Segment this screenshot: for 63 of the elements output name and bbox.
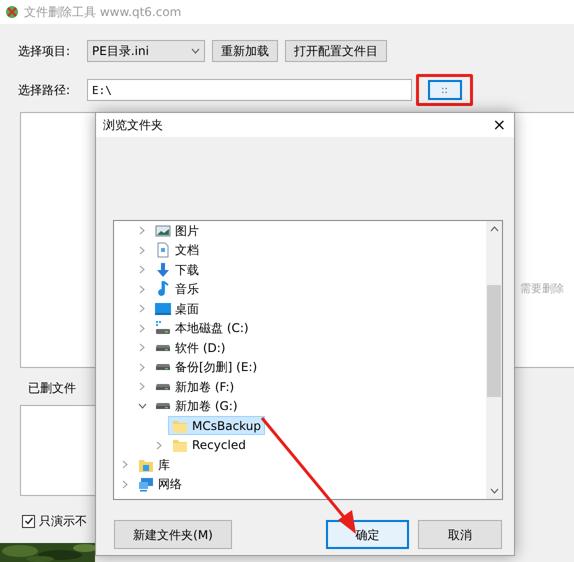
dialog-button[interactable]: 取消: [418, 520, 502, 549]
tree-item[interactable]: 音乐: [151, 280, 203, 299]
music-icon: [155, 281, 171, 298]
dialog-button[interactable]: 确定: [326, 520, 409, 549]
tree-item[interactable]: 新加卷 (G:): [151, 396, 242, 416]
demo-checkbox[interactable]: [22, 514, 35, 528]
expand-chevron-icon[interactable]: [156, 440, 162, 450]
scrollbar[interactable]: [486, 221, 502, 499]
download-icon: [155, 262, 171, 278]
expand-chevron-icon[interactable]: [139, 226, 145, 236]
expand-chevron-icon[interactable]: [139, 343, 145, 352]
browse-button[interactable]: ::: [428, 80, 462, 100]
desktop-icon: [155, 300, 171, 317]
expand-chevron-icon[interactable]: [122, 480, 128, 489]
documents-icon: [155, 242, 171, 258]
demo-option-label: 只演示不: [39, 513, 87, 530]
tree-item[interactable]: 下载: [151, 260, 203, 280]
toolbar-button[interactable]: 打开配置文件目: [285, 40, 387, 62]
expand-chevron-icon[interactable]: [139, 362, 145, 372]
project-dropdown[interactable]: PE目录.ini: [87, 40, 205, 62]
dialog-title: 浏览文件夹: [103, 117, 163, 134]
path-field[interactable]: E:\: [87, 79, 412, 101]
tree-item[interactable]: 桌面: [151, 299, 203, 318]
drive-icon: [155, 402, 171, 410]
drive-icon: [155, 382, 171, 391]
tree-item[interactable]: 本地磁盘 (C:): [151, 318, 253, 338]
expand-chevron-icon[interactable]: [139, 324, 145, 333]
folder-icon: [172, 437, 188, 454]
app-icon: [4, 4, 20, 20]
tree-item[interactable]: Recycled: [168, 436, 250, 455]
tree-item[interactable]: 软件 (D:): [151, 338, 230, 358]
drive-icon: [155, 363, 171, 372]
expand-chevron-icon[interactable]: [139, 265, 145, 274]
scroll-up-icon[interactable]: [490, 226, 498, 232]
tree-item[interactable]: 新加卷 (F:): [151, 377, 238, 396]
expand-chevron-icon[interactable]: [122, 460, 128, 470]
tree-item[interactable]: 文档: [151, 240, 203, 260]
expand-chevron-icon[interactable]: [139, 246, 145, 255]
system-drive-icon: [155, 320, 171, 336]
expand-chevron-icon[interactable]: [139, 304, 145, 314]
scroll-down-icon[interactable]: [490, 488, 498, 494]
tree-item[interactable]: 网络: [134, 474, 186, 494]
window-title: 文件删除工具 www.qt6.com: [24, 4, 182, 21]
collapse-chevron-icon[interactable]: [138, 403, 146, 410]
drive-icon: [155, 344, 171, 352]
expand-chevron-icon[interactable]: [139, 284, 145, 294]
tree-item[interactable]: MCsBackup: [168, 416, 265, 436]
network-icon: [138, 476, 154, 492]
expand-chevron-icon[interactable]: [139, 382, 145, 392]
tree-item[interactable]: 图片: [151, 221, 203, 240]
pictures-icon: [155, 222, 171, 239]
toolbar-button[interactable]: 重新加载: [212, 40, 278, 62]
tree-item[interactable]: 备份[勿删] (E:): [151, 358, 262, 377]
dropdown-caret-icon: [191, 48, 200, 54]
close-button[interactable]: ×: [492, 117, 506, 133]
dialog-button[interactable]: 新建文件夹(M): [114, 520, 232, 549]
project-label: 选择项目:: [18, 43, 72, 60]
scroll-thumb[interactable]: [487, 285, 501, 397]
right-label: 需要删除: [520, 281, 564, 297]
deleted-files-label: 已删文件: [28, 380, 76, 397]
path-label: 选择路径:: [18, 82, 72, 99]
folder-tree[interactable]: 图片 文档 下载 音乐 桌面 本地磁盘 (C:) 软件 (D:) 备份[勿删] (E:) 新加卷 (F:) 新加卷 (G:) MCsBackup Recycled 库 网络: [113, 220, 503, 500]
tree-item[interactable]: 库: [134, 455, 174, 474]
